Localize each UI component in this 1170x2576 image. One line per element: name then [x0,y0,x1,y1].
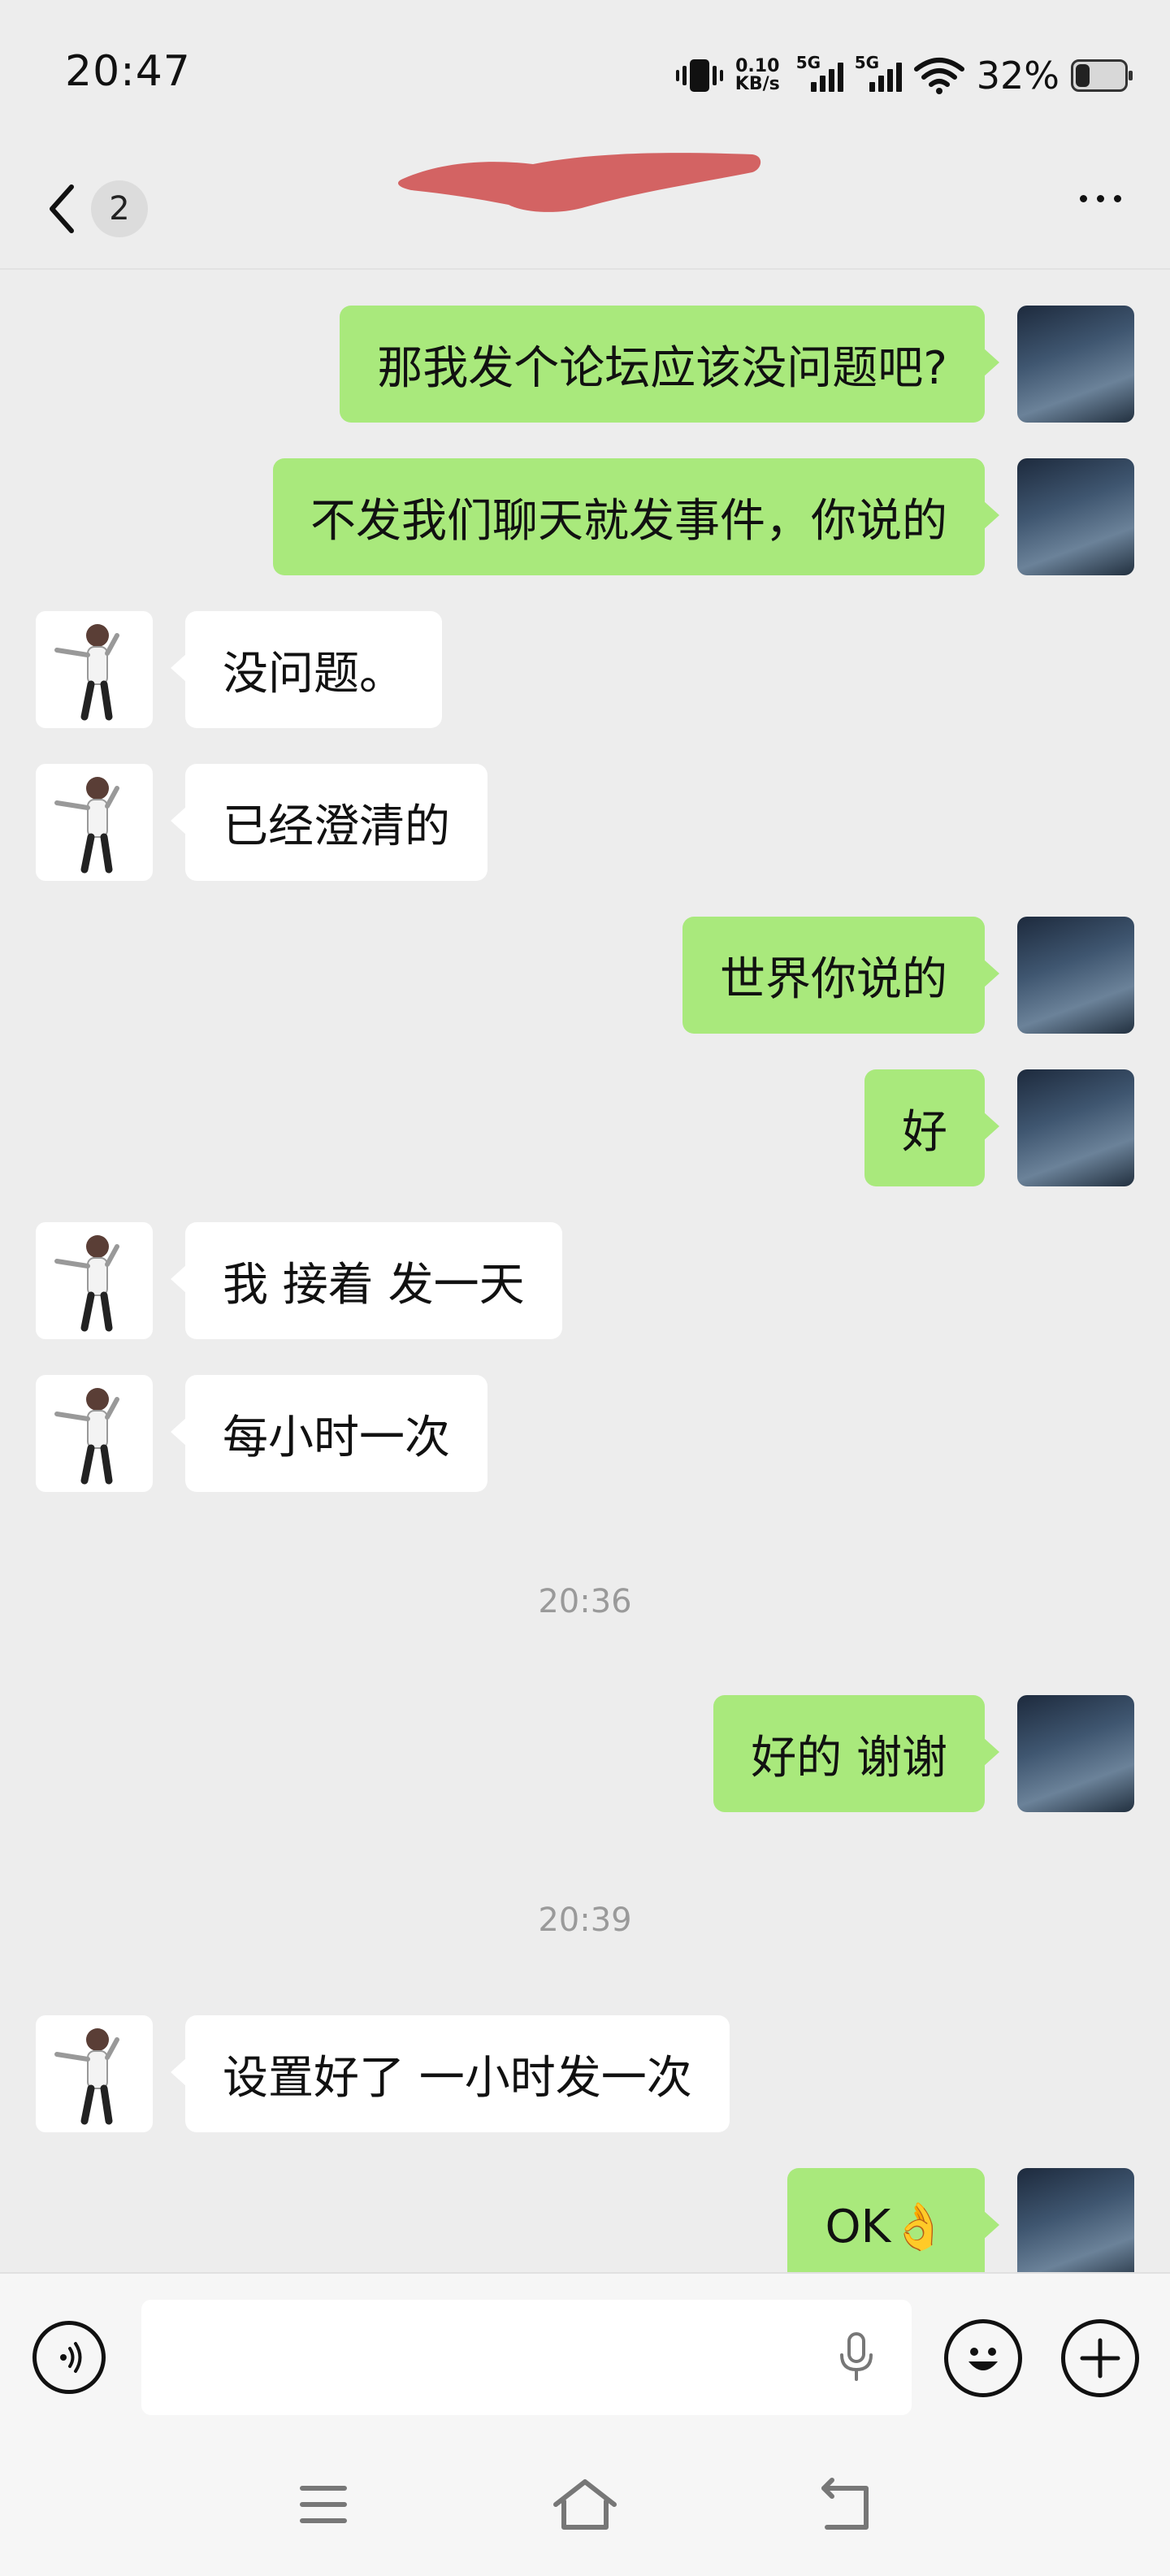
message-bubble[interactable]: OK👌 [787,2168,999,2285]
my-avatar[interactable] [1017,1695,1134,1812]
signal-sim2-icon: 5G [855,53,902,92]
network-speed-value: 0.10 [735,56,780,76]
person-figure-icon [54,2028,119,2125]
emoji-button[interactable] [944,2319,1022,2397]
plus-icon [1080,2338,1120,2379]
voice-mode-button[interactable] [32,2321,106,2394]
message-bubble[interactable]: 世界你说的 [682,917,999,1034]
wifi-icon [913,58,964,94]
network-speed: 0.10 KB/s [735,58,780,93]
dot [1114,195,1121,202]
chevron-left-icon [50,184,74,233]
redaction-mark [398,153,761,212]
dot [1097,195,1104,202]
person-figure-icon [54,624,119,721]
message-bubble[interactable]: 好 [864,1069,999,1186]
person-figure-icon [54,1235,119,1332]
battery-percent: 32% [976,54,1060,98]
sim2-label: 5G [854,53,880,72]
home-icon[interactable] [549,2477,621,2534]
unread-count-badge: 2 [91,180,148,237]
message-input[interactable] [141,2300,912,2415]
contact-avatar[interactable] [36,2015,153,2132]
message-timestamp: 20:39 [538,1902,632,1939]
back-nav-icon[interactable] [816,2477,874,2534]
input-bar [0,2272,1170,2576]
message-bubble[interactable]: 已经澄清的 [171,764,488,881]
contact-avatar[interactable] [36,1222,153,1339]
battery-icon [1071,59,1133,92]
more-options-button[interactable] [1080,195,1121,202]
smiley-icon [968,2348,998,2370]
contact-avatar[interactable] [36,764,153,881]
contact-avatar[interactable] [36,611,153,728]
back-button[interactable]: 2 [46,180,148,237]
message-bubble[interactable]: 好的 谢谢 [713,1695,999,1812]
person-figure-icon [54,777,119,874]
vibrate-icon [675,59,723,92]
message-bubble[interactable]: 我 接着 发一天 [171,1222,562,1339]
my-avatar[interactable] [1017,917,1134,1034]
voice-wave-icon [60,2342,82,2373]
my-avatar[interactable] [1017,2168,1134,2285]
message-bubble[interactable]: 那我发个论坛应该没问题吧? [340,306,999,423]
dot [1080,195,1087,202]
my-avatar[interactable] [1017,1069,1134,1186]
network-speed-unit: KB/s [734,74,780,94]
microphone-icon[interactable] [832,2331,881,2384]
my-avatar[interactable] [1017,306,1134,423]
status-icons: 0.10 KB/s 5G 5G 32% [675,53,1133,98]
sim1-label: 5G [795,53,821,72]
contact-avatar[interactable] [36,1375,153,1492]
menu-icon[interactable] [297,2482,349,2527]
message-bubble[interactable]: 不发我们聊天就发事件，你说的 [273,458,999,575]
status-time: 20:47 [65,47,191,96]
message-bubble[interactable]: 设置好了 一小时发一次 [171,2015,730,2132]
my-avatar[interactable] [1017,458,1134,575]
message-bubble[interactable]: 每小时一次 [171,1375,488,1492]
person-figure-icon [54,1388,119,1485]
more-functions-button[interactable] [1061,2319,1139,2397]
chat-header: 2 [0,138,1170,270]
signal-sim1-icon: 5G [796,53,843,92]
message-bubble[interactable]: 没问题。 [171,611,442,728]
status-bar: 20:47 0.10 KB/s 5G 5G 32% [0,0,1170,138]
message-timestamp: 20:36 [538,1583,632,1620]
